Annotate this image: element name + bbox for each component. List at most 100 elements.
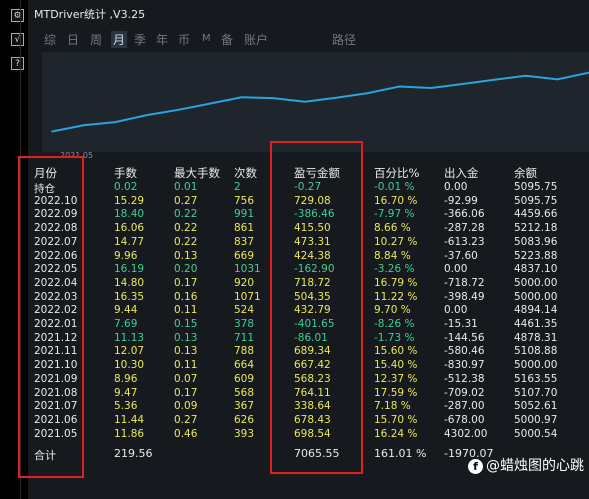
cell-balance: 5108.88 [514, 345, 558, 358]
cell-percent: 15.70 % [374, 413, 418, 426]
cell-max-lots: 0.01 [174, 181, 198, 193]
equity-point [114, 121, 116, 123]
cell-max-lots: 0.15 [174, 318, 198, 330]
header-deposit-withdraw[interactable]: 出入金 [444, 165, 479, 181]
cell-flow: 0.00 [444, 304, 468, 317]
cell-lots: 9.47 [114, 386, 138, 399]
cell-count: 991 [234, 208, 255, 221]
cell-percent: 15.60 % [374, 345, 418, 358]
cell-percent: 16.70 % [374, 194, 418, 207]
cell-max-lots: 0.20 [174, 263, 198, 276]
cell-flow: -398.49 [444, 290, 485, 303]
cell-max-lots: 0.13 [174, 249, 198, 262]
cell-percent: 11.22 % [374, 290, 418, 303]
cell-max-lots: 0.09 [174, 400, 198, 413]
cell-percent: 8.84 % [374, 249, 411, 262]
tab-day[interactable]: 日 [67, 31, 79, 48]
cell-max-lots: 0.17 [174, 386, 198, 399]
cell-flow: -144.56 [444, 331, 485, 344]
header-max-lots[interactable]: 最大手数 [174, 165, 220, 181]
cell-max-lots: 0.07 [174, 372, 198, 385]
cell-percent: 17.59 % [374, 386, 418, 399]
tab-year[interactable]: 年 [156, 31, 168, 48]
cell-percent: 9.70 % [374, 304, 411, 317]
checkmark-icon[interactable]: √ [11, 33, 24, 46]
cell-percent: -0.01 % [374, 181, 415, 193]
cell-count: 568 [234, 386, 255, 399]
cell-balance: 5052.61 [514, 400, 558, 413]
cell-balance: 5000.00 [514, 359, 558, 372]
cell-balance: 5000.00 [514, 290, 558, 303]
tab-account[interactable]: 账户 [244, 31, 268, 48]
cell-lots: 5.36 [114, 400, 138, 413]
cell-count: 711 [234, 331, 255, 344]
cell-flow: 4302.00 [444, 427, 488, 440]
cell-flow: -15.31 [444, 318, 478, 330]
cell-balance: 5212.18 [514, 222, 558, 235]
stats-panel: MTDriver统计 ,V3.25 综 日 周 月 季 年 币 M 备 账户 路… [18, 0, 589, 499]
gear-icon[interactable]: ⚙ [11, 9, 24, 22]
tab-month[interactable]: 月 [111, 31, 128, 48]
watermark: f @蜡烛图的心跳 [468, 455, 584, 475]
cell-percent: 10.27 % [374, 235, 418, 248]
cell-count: 378 [234, 318, 255, 330]
cell-max-lots: 0.22 [174, 235, 198, 248]
watermark-text: @蜡烛图的心跳 [486, 458, 584, 474]
tab-quarter[interactable]: 季 [134, 31, 146, 48]
cell-lots: 14.77 [114, 235, 145, 248]
cell-max-lots: 0.16 [174, 290, 198, 303]
equity-chart-svg [51, 71, 589, 133]
cell-balance: 5223.88 [514, 249, 558, 262]
header-lots[interactable]: 手数 [114, 165, 137, 181]
tab-path[interactable]: 路径 [332, 31, 356, 48]
highlight-box-month [18, 156, 84, 478]
cell-lots: 16.06 [114, 222, 145, 235]
cell-balance: 5163.55 [514, 372, 558, 385]
tab-summary[interactable]: 综 [44, 31, 56, 48]
cell-balance: 4461.35 [514, 318, 558, 330]
tab-currency[interactable]: 币 [178, 31, 190, 48]
equity-line [51, 71, 589, 133]
help-icon[interactable]: ? [11, 57, 24, 70]
cell-max-lots: 0.27 [174, 413, 198, 426]
tab-magic[interactable]: M [202, 33, 211, 44]
equity-point [272, 97, 274, 99]
cell-percent: 15.40 % [374, 359, 418, 372]
header-balance[interactable]: 余额 [514, 165, 537, 181]
cell-count: 367 [234, 400, 255, 413]
cell-flow: 0.00 [444, 181, 468, 193]
equity-point [493, 78, 496, 81]
cell-count: 609 [234, 372, 255, 385]
equity-point [145, 114, 148, 116]
cell-lots: 0.02 [114, 181, 138, 193]
cell-flow: -580.46 [444, 345, 485, 358]
tab-week[interactable]: 周 [90, 31, 102, 48]
cell-flow: -366.06 [444, 208, 485, 221]
cell-max-lots: 0.22 [174, 208, 198, 221]
equity-point [240, 96, 243, 99]
cell-lots: 14.80 [114, 276, 145, 289]
header-count[interactable]: 次数 [234, 165, 257, 181]
cell-count: 788 [234, 345, 255, 358]
tab-note[interactable]: 备 [221, 31, 233, 48]
header-percent[interactable]: 百分比% [374, 165, 419, 181]
cell-lots: 15.29 [114, 194, 145, 207]
footer-percent: 161.01 % [374, 447, 427, 460]
equity-chart [42, 52, 589, 152]
cell-flow: -512.38 [444, 372, 485, 385]
cell-percent: -8.26 % [374, 318, 415, 330]
cell-lots: 11.13 [114, 331, 145, 344]
cell-flow: -830.97 [444, 359, 485, 372]
cell-count: 1071 [234, 290, 261, 303]
cell-flow: -678.00 [444, 413, 485, 426]
cell-count: 2 [234, 181, 241, 193]
cell-lots: 7.69 [114, 318, 138, 330]
cell-count: 393 [234, 427, 255, 440]
cell-percent: 16.24 % [374, 427, 418, 440]
highlight-box-profit [270, 141, 363, 474]
cell-balance: 5095.75 [514, 194, 558, 207]
cell-lots: 8.96 [114, 372, 138, 385]
cell-flow: -718.72 [444, 276, 485, 289]
equity-point [430, 87, 432, 89]
cell-flow: -287.28 [444, 222, 485, 235]
